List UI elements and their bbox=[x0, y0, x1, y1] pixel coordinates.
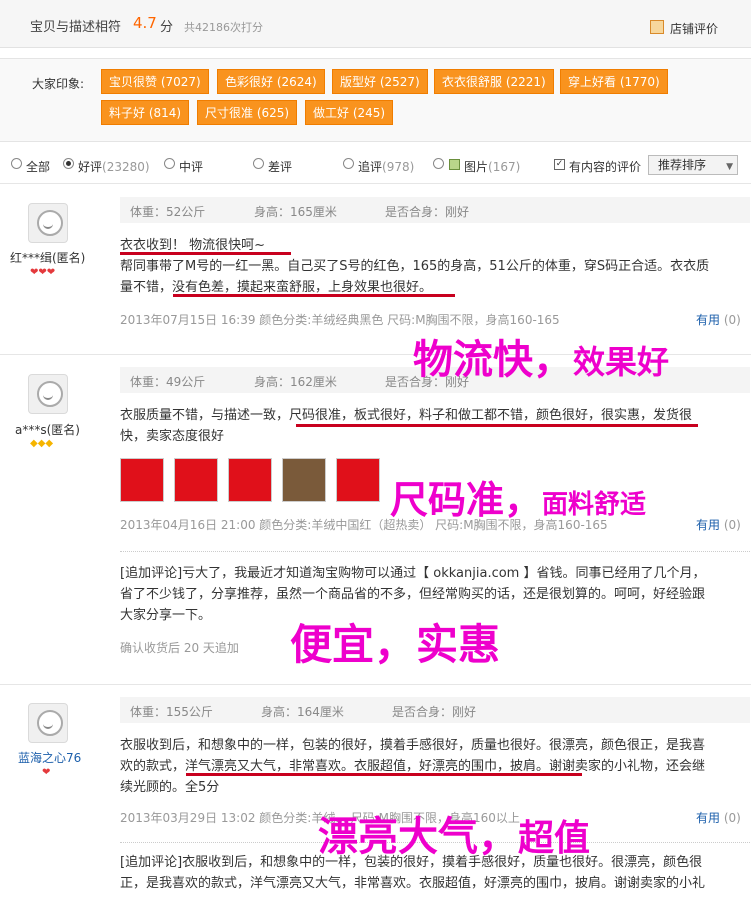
filter-all-label[interactable]: 全部 bbox=[26, 158, 50, 175]
radio-bad[interactable] bbox=[253, 158, 264, 169]
radio-mid[interactable] bbox=[164, 158, 175, 169]
review-photo[interactable] bbox=[282, 458, 326, 502]
divider bbox=[120, 551, 750, 552]
annotation-overlay: 便宜，实惠 bbox=[290, 620, 501, 669]
picture-icon bbox=[449, 159, 460, 170]
sort-select[interactable]: 推荐排序 ▼ bbox=[648, 155, 738, 175]
review-meta: 2013年07月15日 16:39 颜色分类:羊绒经典黑色 尺码:M胸围不限，身… bbox=[120, 313, 560, 327]
review-text: 衣服收到后，和想象中的一样，包装的很好，摸着手感很好，质量也很好。很漂亮，颜色很… bbox=[120, 738, 706, 795]
impression-tag[interactable]: 色彩很好 (2624) bbox=[217, 69, 325, 94]
review-photo[interactable] bbox=[120, 458, 164, 502]
has-content-label[interactable]: 有内容的评价 bbox=[569, 158, 641, 175]
buyer-height: 身高：165厘米 bbox=[254, 205, 337, 219]
buyer-weight: 体重：155公斤 bbox=[130, 705, 213, 719]
reviewer-name[interactable]: a***s(匿名) bbox=[15, 421, 80, 438]
buyer-attributes: 体重：52公斤 身高：165厘米 是否合身：刚好 bbox=[120, 197, 750, 223]
filter-pic-label[interactable]: 图片(167) bbox=[464, 158, 520, 175]
buyer-attributes: 体重：155公斤 身高：164厘米 是否合身：刚好 bbox=[120, 697, 750, 723]
reviewer-rank-icon: ❤ bbox=[42, 767, 51, 778]
radio-append[interactable] bbox=[343, 158, 354, 169]
impression-tag[interactable]: 宝贝很赞 (7027) bbox=[101, 69, 209, 94]
text-underline bbox=[120, 252, 291, 255]
review-text: 衣衣收到！ 物流很快呵~ 帮同事带了M号的一红一黑。自己买了S号的红色，165的… bbox=[120, 238, 710, 295]
buyer-height: 身高：164厘米 bbox=[261, 705, 344, 719]
annotation-overlay: 物流快，效果好 bbox=[413, 337, 670, 383]
rating-title: 宝贝与描述相符 bbox=[30, 20, 122, 35]
reviewer-rank-icon: ❤❤❤ bbox=[30, 267, 56, 278]
impression-tag[interactable]: 衣衣很舒服 (2221) bbox=[434, 69, 554, 94]
review-item: 蓝海之心76 ❤ 体重：155公斤 身高：164厘米 是否合身：刚好 衣服收到后… bbox=[0, 685, 751, 898]
buyer-fit: 是否合身：刚好 bbox=[385, 205, 470, 219]
filter-bad-label[interactable]: 差评 bbox=[268, 158, 292, 175]
rating-score-unit: 分 bbox=[160, 20, 174, 35]
has-content-checkbox[interactable]: ✓ bbox=[554, 159, 565, 170]
impression-tag[interactable]: 版型好 (2527) bbox=[332, 69, 428, 94]
reviewer-rank-icon: ◆◆◆ bbox=[30, 438, 54, 449]
impression-tag[interactable]: 料子好 (814) bbox=[101, 100, 190, 125]
text-underline bbox=[296, 424, 698, 427]
impressions-label: 大家印象: bbox=[32, 77, 85, 91]
impressions-panel: 大家印象: 宝贝很赞 (7027) 色彩很好 (2624) 版型好 (2527)… bbox=[0, 58, 751, 142]
rating-summary-bar: 宝贝与描述相符 4.7 分 共42186次打分 店铺评价 bbox=[0, 0, 751, 48]
useful-button[interactable]: 有用 (0) bbox=[696, 809, 741, 826]
buyer-weight: 体重：52公斤 bbox=[130, 205, 206, 219]
chevron-down-icon: ▼ bbox=[726, 162, 733, 172]
rating-count: 共42186次打分 bbox=[184, 21, 263, 34]
filter-append-label[interactable]: 追评(978) bbox=[358, 158, 414, 175]
radio-pic[interactable] bbox=[433, 158, 444, 169]
review-photo[interactable] bbox=[228, 458, 272, 502]
annotation-overlay: 尺码准，面料舒适 bbox=[390, 478, 647, 522]
shop-rating-link[interactable]: 店铺评价 bbox=[670, 20, 718, 37]
impression-tag[interactable]: 做工好 (245) bbox=[305, 100, 394, 125]
rating-score: 4.7 bbox=[133, 14, 157, 32]
radio-all[interactable] bbox=[11, 158, 22, 169]
useful-button[interactable]: 有用 (0) bbox=[696, 516, 741, 533]
text-underline bbox=[186, 773, 582, 776]
radio-good[interactable] bbox=[63, 158, 74, 169]
filter-good-label[interactable]: 好评(23280) bbox=[78, 158, 150, 175]
reviewer-name[interactable]: 红***缉(匿名) bbox=[10, 249, 85, 266]
avatar[interactable] bbox=[28, 374, 68, 414]
avatar[interactable] bbox=[28, 203, 68, 243]
reviewer-name[interactable]: 蓝海之心76 bbox=[18, 749, 81, 766]
buyer-fit: 是否合身：刚好 bbox=[392, 705, 477, 719]
buyer-weight: 体重：49公斤 bbox=[130, 375, 206, 389]
buyer-height: 身高：162厘米 bbox=[254, 375, 337, 389]
text-underline bbox=[173, 294, 455, 297]
impression-tag[interactable]: 穿上好看 (1770) bbox=[560, 69, 668, 94]
impression-tag[interactable]: 尺寸很准 (625) bbox=[197, 100, 298, 125]
review-photo[interactable] bbox=[174, 458, 218, 502]
useful-button[interactable]: 有用 (0) bbox=[696, 311, 741, 328]
filter-mid-label[interactable]: 中评 bbox=[179, 158, 203, 175]
review-photo[interactable] bbox=[336, 458, 380, 502]
followup-meta: 确认收货后 20 天追加 bbox=[120, 641, 239, 655]
review-filter-bar: 全部 好评(23280) 中评 差评 追评(978) 图片(167) ✓ 有内容… bbox=[0, 152, 751, 184]
annotation-overlay: 漂亮大气，超值 bbox=[318, 814, 591, 860]
shop-icon[interactable] bbox=[650, 20, 664, 34]
avatar[interactable] bbox=[28, 703, 68, 743]
